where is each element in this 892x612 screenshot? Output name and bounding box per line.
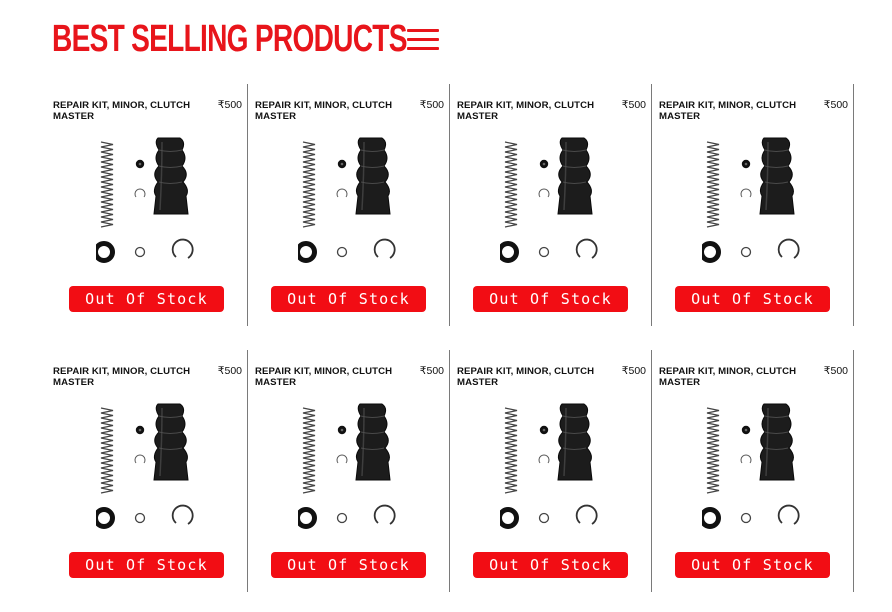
circlip-part	[373, 504, 396, 525]
clutch-repair-kit-image[interactable]	[702, 400, 802, 532]
product-name: REPAIR KIT, MINOR, CLUTCH MASTER	[255, 100, 393, 122]
product-name: REPAIR KIT, MINOR, CLUTCH MASTER	[457, 100, 595, 122]
washer-part	[336, 512, 348, 524]
product-card[interactable]: REPAIR KIT, MINOR, CLUTCH MASTER ₹500 Ou…	[450, 350, 652, 592]
small-clip-part	[336, 454, 348, 464]
clutch-repair-kit-image[interactable]	[702, 134, 802, 266]
washer-part	[740, 512, 752, 524]
product-name: REPAIR KIT, MINOR, CLUTCH MASTER	[457, 366, 595, 388]
circlip-part	[171, 238, 194, 259]
out-of-stock-button[interactable]: Out Of Stock	[69, 286, 224, 312]
clutch-repair-kit-image[interactable]	[298, 134, 398, 266]
out-of-stock-button[interactable]: Out Of Stock	[675, 552, 830, 578]
hamburger-menu-icon[interactable]	[407, 29, 439, 51]
rubber-boot-part	[759, 403, 795, 481]
spring-part	[302, 141, 316, 228]
product-name: REPAIR KIT, MINOR, CLUTCH MASTER	[53, 100, 191, 122]
clutch-repair-kit-image[interactable]	[298, 400, 398, 532]
circlip-part	[777, 238, 800, 259]
product-card[interactable]: REPAIR KIT, MINOR, CLUTCH MASTER ₹500 Ou…	[248, 84, 450, 326]
spring-part	[504, 141, 518, 228]
product-card[interactable]: REPAIR KIT, MINOR, CLUTCH MASTER ₹500 Ou…	[450, 84, 652, 326]
o-ring-part	[702, 507, 721, 529]
product-price: ₹500	[217, 99, 242, 111]
rubber-boot-part	[355, 137, 391, 215]
product-price: ₹500	[823, 365, 848, 377]
o-ring-part	[500, 507, 519, 529]
product-price: ₹500	[621, 99, 646, 111]
out-of-stock-button[interactable]: Out Of Stock	[473, 286, 628, 312]
out-of-stock-button[interactable]: Out Of Stock	[675, 286, 830, 312]
product-card[interactable]: REPAIR KIT, MINOR, CLUTCH MASTER ₹500 Ou…	[46, 84, 248, 326]
out-of-stock-button[interactable]: Out Of Stock	[69, 552, 224, 578]
product-name: REPAIR KIT, MINOR, CLUTCH MASTER	[659, 366, 797, 388]
washer-part	[336, 246, 348, 258]
rubber-boot-part	[355, 403, 391, 481]
small-clip-part	[740, 454, 752, 464]
rubber-boot-part	[153, 403, 189, 481]
rubber-boot-part	[759, 137, 795, 215]
rubber-boot-part	[153, 137, 189, 215]
circlip-part	[777, 504, 800, 525]
washer-part	[740, 246, 752, 258]
circlip-part	[575, 504, 598, 525]
product-price: ₹500	[419, 365, 444, 377]
small-clip-part	[538, 454, 550, 464]
product-price: ₹500	[217, 365, 242, 377]
product-card[interactable]: REPAIR KIT, MINOR, CLUTCH MASTER ₹500 Ou…	[248, 350, 450, 592]
clutch-repair-kit-image[interactable]	[96, 400, 196, 532]
spring-part	[100, 141, 114, 228]
out-of-stock-button[interactable]: Out Of Stock	[271, 286, 426, 312]
o-ring-part	[96, 507, 115, 529]
small-clip-part	[336, 188, 348, 198]
circlip-part	[171, 504, 194, 525]
spring-part	[504, 407, 518, 494]
section-header: BEST SELLING PRODUCTS	[52, 14, 531, 64]
out-of-stock-button[interactable]: Out Of Stock	[473, 552, 628, 578]
product-card[interactable]: REPAIR KIT, MINOR, CLUTCH MASTER ₹500 Ou…	[652, 84, 854, 326]
o-ring-part	[298, 507, 317, 529]
o-ring-part	[500, 241, 519, 263]
product-price: ₹500	[419, 99, 444, 111]
washer-part	[538, 512, 550, 524]
product-card[interactable]: REPAIR KIT, MINOR, CLUTCH MASTER ₹500 Ou…	[46, 350, 248, 592]
out-of-stock-button[interactable]: Out Of Stock	[271, 552, 426, 578]
spring-part	[100, 407, 114, 494]
circlip-part	[373, 238, 396, 259]
product-name: REPAIR KIT, MINOR, CLUTCH MASTER	[255, 366, 393, 388]
small-clip-part	[134, 188, 146, 198]
rubber-boot-part	[557, 403, 593, 481]
product-price: ₹500	[823, 99, 848, 111]
rubber-boot-part	[557, 137, 593, 215]
page-title: BEST SELLING PRODUCTS	[52, 18, 407, 60]
spring-part	[706, 141, 720, 228]
circlip-part	[575, 238, 598, 259]
small-clip-part	[740, 188, 752, 198]
spring-part	[706, 407, 720, 494]
product-name: REPAIR KIT, MINOR, CLUTCH MASTER	[53, 366, 191, 388]
washer-part	[134, 512, 146, 524]
product-card[interactable]: REPAIR KIT, MINOR, CLUTCH MASTER ₹500 Ou…	[652, 350, 854, 592]
clutch-repair-kit-image[interactable]	[500, 134, 600, 266]
product-price: ₹500	[621, 365, 646, 377]
o-ring-part	[298, 241, 317, 263]
small-clip-part	[538, 188, 550, 198]
washer-part	[538, 246, 550, 258]
o-ring-part	[702, 241, 721, 263]
product-name: REPAIR KIT, MINOR, CLUTCH MASTER	[659, 100, 797, 122]
clutch-repair-kit-image[interactable]	[96, 134, 196, 266]
small-clip-part	[134, 454, 146, 464]
spring-part	[302, 407, 316, 494]
clutch-repair-kit-image[interactable]	[500, 400, 600, 532]
o-ring-part	[96, 241, 115, 263]
product-grid: REPAIR KIT, MINOR, CLUTCH MASTER ₹500 Ou…	[46, 84, 854, 596]
washer-part	[134, 246, 146, 258]
